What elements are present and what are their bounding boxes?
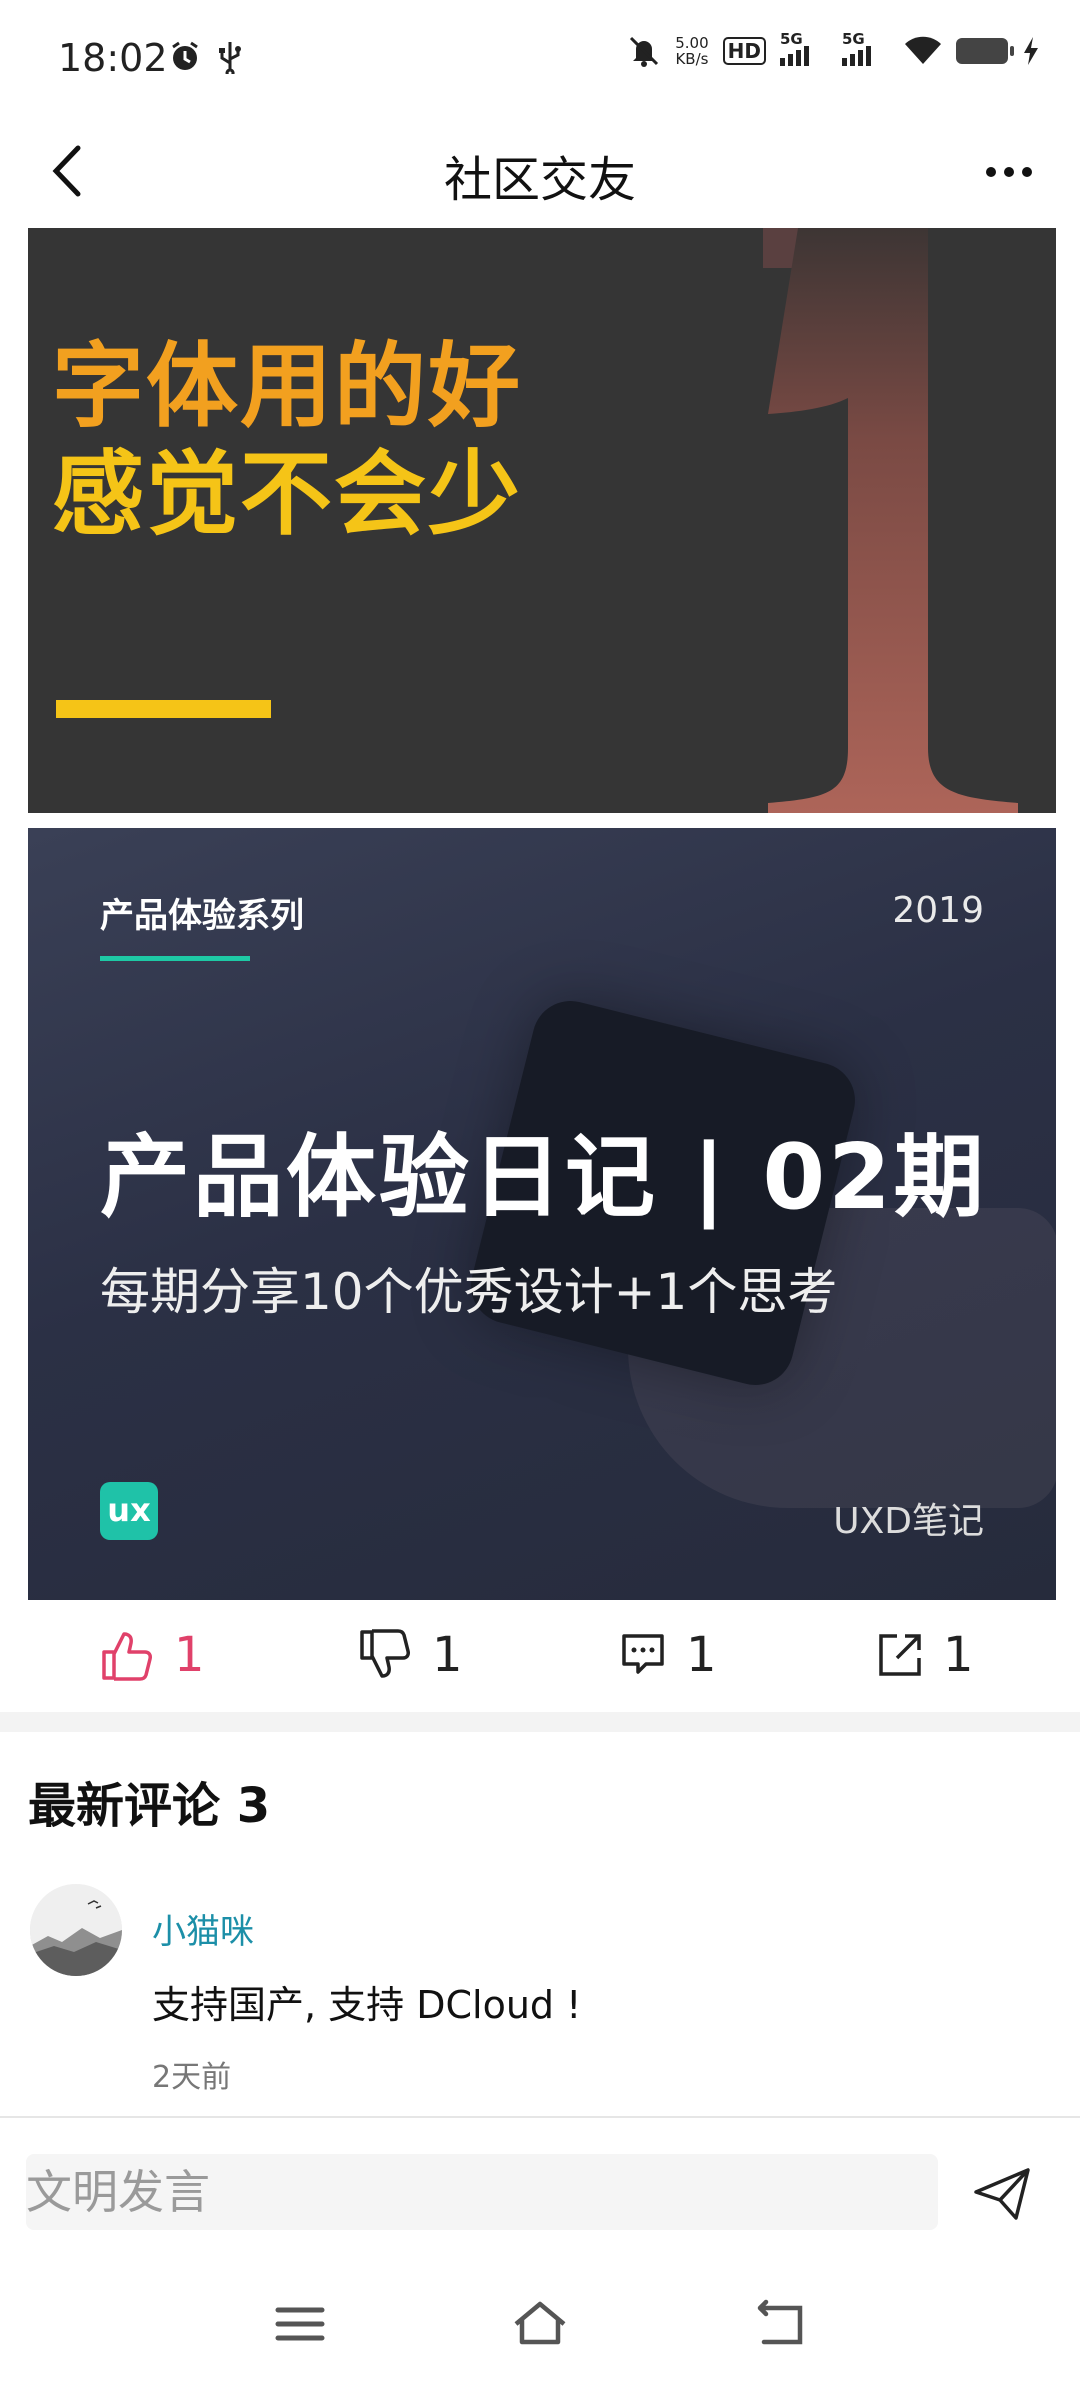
more-button[interactable] [974, 142, 1044, 202]
comment-input[interactable] [26, 2154, 938, 2230]
post-image-1[interactable]: 字体用的好 感觉不会少 [28, 228, 1056, 813]
brand-logo: ux [100, 1482, 158, 1540]
series-underline [100, 956, 250, 961]
sim2-label: 5G [842, 30, 865, 48]
landscape-avatar-image [30, 1884, 122, 1976]
status-time: 18:02 [58, 36, 168, 80]
home-icon [514, 2301, 566, 2345]
dislike-button[interactable]: 1 [358, 1620, 463, 1690]
comment-item: 小猫咪 支持国产, 支持 DCloud ! 2天前 [0, 1880, 1080, 2100]
yellow-accent-bar [56, 700, 271, 718]
more-dot [1022, 167, 1032, 177]
thumbs-up-icon [102, 1632, 152, 1681]
sim1-label: 5G [780, 30, 803, 48]
dislike-count: 1 [432, 1627, 463, 1683]
share-button[interactable]: 1 [877, 1620, 974, 1690]
comment-input-bar [0, 2116, 1080, 2238]
comment-icon [622, 1634, 664, 1674]
signal-5g-icon: 5G [842, 30, 890, 66]
hd-icon: HD [722, 37, 766, 65]
usb-icon [219, 42, 241, 74]
share-count: 1 [943, 1627, 974, 1683]
number-one-graphic [763, 228, 1018, 813]
status-right-icons: 5.00 KB/s HD 5G 5G [627, 30, 1040, 68]
post-actions: 1 1 1 1 [0, 1610, 1080, 1700]
charging-icon [1024, 37, 1038, 65]
more-dot [1004, 167, 1014, 177]
status-left-icons [168, 40, 242, 74]
net-speed-unit: KB/s [675, 50, 709, 68]
net-speed: 5.00 KB/s [675, 35, 708, 67]
section-divider [0, 1712, 1080, 1732]
page-title: 社区交友 [443, 152, 636, 208]
system-nav-bar [0, 2250, 1080, 2388]
comment-button[interactable]: 1 [620, 1620, 717, 1690]
thumbs-down-icon [360, 1629, 410, 1678]
net-speed-value: 5.00 [675, 34, 709, 52]
like-button[interactable]: 1 [100, 1620, 205, 1690]
comment-time: 2天前 [152, 2060, 232, 2095]
home-button[interactable] [510, 2294, 570, 2354]
menu-icon [275, 2307, 325, 2341]
year-label: 2019 [892, 890, 984, 931]
like-count: 1 [174, 1627, 205, 1683]
share-icon [879, 1634, 921, 1676]
signal-5g-icon: 5G [780, 30, 828, 66]
status-bar: 18:02 5.00 KB/s HD 5G 5G [0, 0, 1080, 118]
battery-icon [956, 38, 1014, 64]
wifi-icon [905, 36, 941, 64]
brand-name: UXD笔记 [833, 1501, 984, 1542]
mute-icon [630, 36, 659, 67]
comment-text: 支持国产, 支持 DCloud ! [152, 1983, 582, 2027]
send-button[interactable] [970, 2162, 1034, 2226]
alarm-icon [172, 41, 198, 70]
avatar[interactable] [30, 1884, 122, 1976]
system-back-button[interactable] [750, 2294, 810, 2354]
image-subtitle: 每期分享10个优秀设计+1个思考 [100, 1263, 838, 1321]
menu-button[interactable] [270, 2294, 330, 2354]
series-label: 产品体验系列 [100, 896, 304, 936]
post-image-2[interactable]: 产品体验系列 2019 产品体验日记 | 02期 每期分享10个优秀设计+1个思… [28, 828, 1056, 1600]
send-icon [974, 2168, 1030, 2220]
more-horizontal-icon [986, 167, 996, 177]
nav-bar: 社区交友 [0, 118, 1080, 228]
back-icon [757, 2299, 803, 2345]
image-text-line2: 感觉不会少 [52, 441, 523, 548]
comments-title: 最新评论 3 [28, 1778, 271, 1834]
image-headline: 产品体验日记 | 02期 [100, 1125, 987, 1230]
comment-username[interactable]: 小猫咪 [152, 1904, 254, 1953]
comment-count: 1 [686, 1627, 717, 1683]
